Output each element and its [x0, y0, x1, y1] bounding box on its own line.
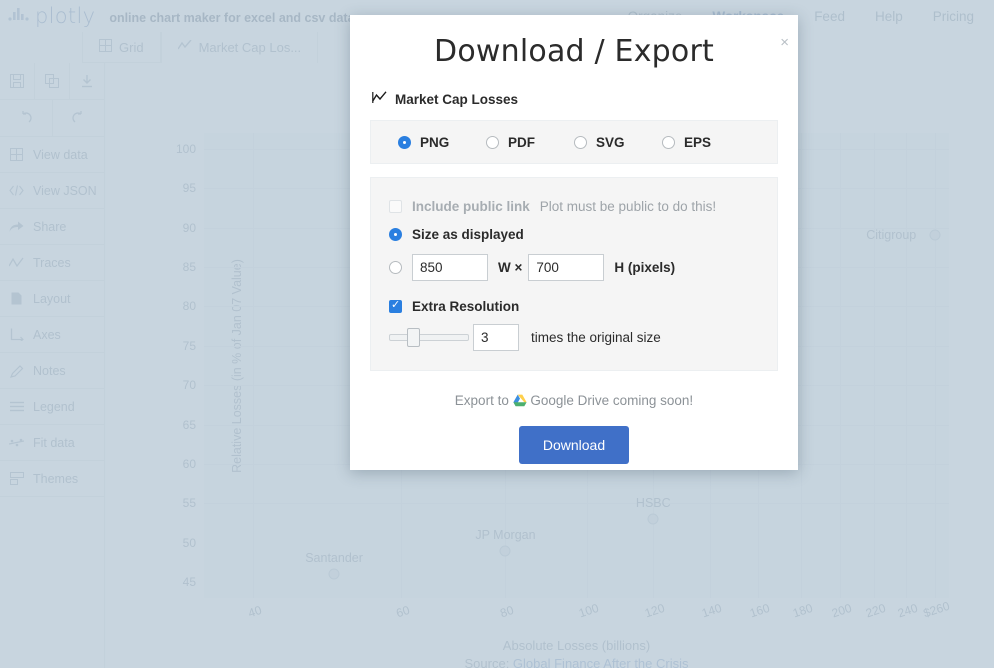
extra-resolution-row[interactable]: Extra Resolution	[371, 292, 777, 320]
chart-name-label: Market Cap Losses	[395, 91, 519, 107]
download-button-wrap: Download	[350, 426, 798, 464]
download-export-dialog: × Download / Export Market Cap Losses PN…	[350, 15, 798, 470]
include-public-link-label: Include public link	[412, 198, 530, 214]
include-public-link-hint: Plot must be public to do this!	[539, 198, 717, 214]
width-unit-label: W ×	[498, 259, 523, 275]
include-public-link-row[interactable]: Include public link Plot must be public …	[371, 192, 777, 220]
options-panel: Include public link Plot must be public …	[370, 177, 778, 371]
size-as-displayed-row[interactable]: Size as displayed	[371, 220, 777, 248]
download-button[interactable]: Download	[518, 426, 630, 464]
height-input[interactable]	[528, 253, 605, 281]
format-option-pdf[interactable]: PDF	[486, 135, 574, 150]
checkbox-include-public-link[interactable]	[389, 199, 402, 213]
height-unit-label: H (pixels)	[614, 259, 676, 275]
format-option-eps[interactable]: EPS	[662, 135, 750, 150]
format-option-svg[interactable]: SVG	[574, 135, 662, 150]
radio-custom-size[interactable]	[389, 260, 402, 274]
custom-size-row[interactable]: W × H (pixels)	[371, 248, 777, 286]
radio-pdf[interactable]	[486, 135, 499, 149]
radio-size-as-displayed[interactable]	[389, 227, 402, 241]
format-option-png[interactable]: PNG	[398, 135, 486, 150]
line-chart-icon	[372, 91, 387, 107]
gdrive-prefix: Export to	[454, 393, 513, 408]
gdrive-text: Google Drive coming soon!	[530, 393, 694, 408]
dialog-title: Download / Export	[434, 34, 714, 69]
resolution-slider[interactable]	[389, 327, 469, 347]
radio-png[interactable]	[398, 135, 411, 149]
width-input[interactable]	[412, 253, 488, 281]
chart-name-row: Market Cap Losses	[372, 91, 798, 107]
extra-resolution-label: Extra Resolution	[412, 298, 520, 314]
size-as-displayed-label: Size as displayed	[412, 226, 524, 242]
slider-thumb[interactable]	[406, 328, 420, 347]
resolution-suffix-label: times the original size	[531, 329, 661, 345]
format-label: EPS	[684, 134, 712, 150]
format-label: SVG	[596, 134, 625, 150]
radio-svg[interactable]	[574, 135, 587, 149]
format-label: PDF	[508, 134, 535, 150]
radio-eps[interactable]	[662, 135, 675, 149]
resolution-slider-row: times the original size	[371, 320, 777, 354]
app-root: plotly online chart maker for excel and …	[0, 0, 994, 668]
slider-track[interactable]	[389, 334, 469, 341]
resolution-multiplier-input[interactable]	[473, 323, 519, 351]
checkbox-extra-resolution[interactable]	[389, 299, 402, 313]
format-label: PNG	[420, 134, 450, 150]
close-icon[interactable]: ×	[780, 35, 789, 50]
google-drive-icon	[512, 393, 531, 408]
google-drive-notice: Export to Google Drive coming soon!	[350, 393, 798, 408]
format-selector: PNG PDF SVG EPS	[370, 120, 778, 164]
